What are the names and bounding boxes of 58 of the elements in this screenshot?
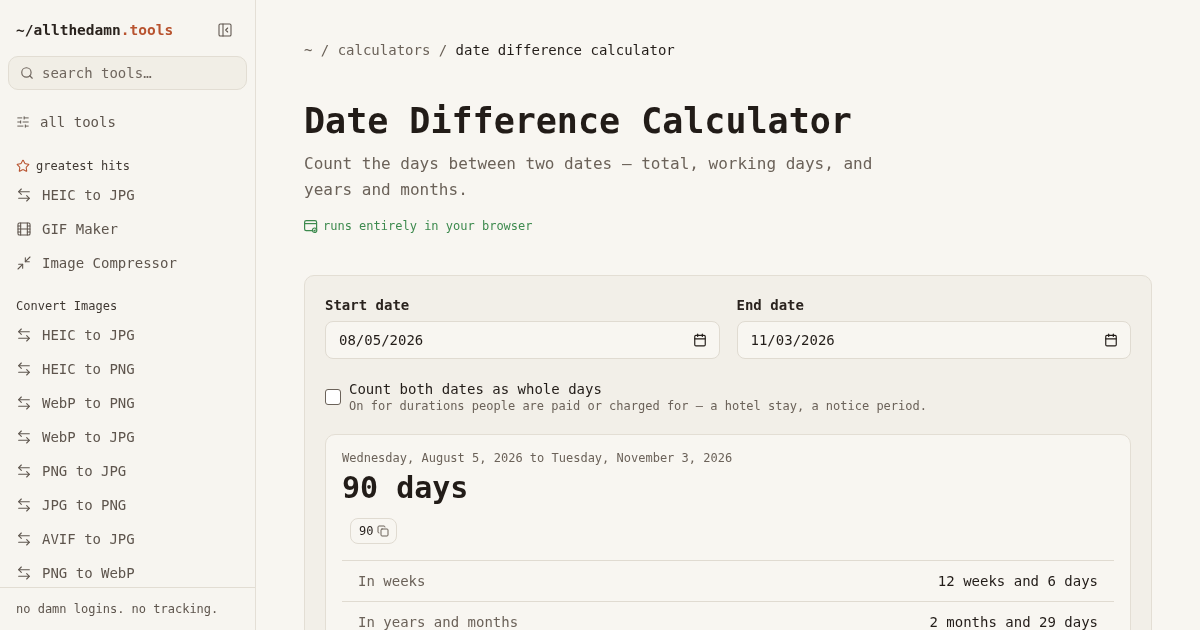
breadcrumb-link[interactable]: calculators bbox=[337, 40, 431, 60]
search-icon bbox=[20, 66, 34, 80]
breadcrumb-separator: / bbox=[320, 41, 330, 60]
sidebar-item[interactable]: PNG to JPG bbox=[16, 460, 127, 482]
all-tools-link[interactable]: all tools bbox=[16, 110, 116, 134]
date-field[interactable]: 08/05/2026 bbox=[325, 321, 720, 359]
film-icon bbox=[16, 221, 32, 237]
section-heading: Convert Images bbox=[16, 298, 118, 314]
calendar-icon[interactable] bbox=[692, 333, 707, 347]
sidebar-item[interactable]: HEIC to PNG bbox=[16, 358, 135, 380]
breadcrumb-current: date difference calculator bbox=[455, 41, 675, 60]
page-subtitle: Count the days between two dates — total, working days, and years and months. bbox=[304, 153, 874, 201]
sidebar-item[interactable]: AVIF to JPG bbox=[16, 528, 135, 550]
sidebar-item[interactable]: HEIC to JPG bbox=[16, 184, 135, 206]
sidebar-item[interactable]: HEIC to JPG bbox=[16, 324, 135, 346]
checkbox-label[interactable]: Count both dates as whole days bbox=[349, 380, 602, 398]
breadcrumb-link[interactable]: ~ bbox=[304, 40, 313, 60]
privacy-note: runs entirely in your browser bbox=[323, 218, 533, 234]
copy-button[interactable]: 90 bbox=[350, 518, 398, 544]
copy-icon bbox=[377, 525, 390, 537]
section-heading: greatest hits bbox=[36, 158, 130, 174]
sidebar-item[interactable]: GIF Maker bbox=[16, 218, 118, 240]
sliders-icon bbox=[16, 115, 30, 129]
left-right-arrows-icon bbox=[16, 187, 32, 203]
left-right-arrows-icon bbox=[16, 565, 32, 581]
field-label: End date bbox=[736, 296, 804, 315]
star-icon bbox=[16, 159, 30, 173]
left-right-arrows-icon bbox=[16, 395, 32, 411]
date-field[interactable]: 11/03/2026 bbox=[736, 321, 1131, 359]
browser-window-icon bbox=[304, 219, 318, 233]
left-right-arrows-icon bbox=[16, 497, 32, 513]
sidebar-item[interactable]: WebP to PNG bbox=[16, 392, 135, 414]
shrink-arrows-icon bbox=[16, 255, 32, 271]
sidebar-item[interactable]: PNG to WebP bbox=[16, 562, 135, 584]
calendar-icon[interactable] bbox=[1104, 333, 1118, 347]
result-value: 2 months and 29 days bbox=[929, 615, 1098, 629]
sidebar-item[interactable]: WebP to JPG bbox=[16, 426, 135, 448]
total-days: 90 days bbox=[342, 470, 469, 506]
result-label: In years and months bbox=[358, 615, 519, 629]
search-field[interactable]: search tools… bbox=[8, 56, 247, 90]
left-right-arrows-icon bbox=[16, 429, 32, 445]
sidebar-footer-text: no damn logins. no tracking. bbox=[16, 602, 219, 616]
sidebar-item[interactable]: JPG to PNG bbox=[16, 494, 127, 516]
field-label: Start date bbox=[325, 296, 410, 315]
sidebar-item[interactable]: Image Compressor bbox=[16, 252, 177, 274]
site-logo[interactable]: ~/allthedamn.tools bbox=[16, 16, 174, 44]
result-label: In weeks bbox=[358, 574, 426, 588]
checkbox-hint: On for durations people are paid or charged for — a hotel stay, a notice period. bbox=[349, 398, 927, 414]
left-right-arrows-icon bbox=[16, 361, 32, 377]
date-range-text: Wednesday, August 5, 2026 to Tuesday, November 3, 2026 bbox=[342, 450, 733, 466]
left-right-arrows-icon bbox=[16, 327, 32, 343]
checkbox[interactable] bbox=[325, 389, 341, 405]
page-title: Date Difference Calculator bbox=[304, 100, 852, 143]
left-right-arrows-icon bbox=[16, 463, 32, 479]
result-value: 12 weeks and 6 days bbox=[937, 574, 1098, 588]
breadcrumb-separator: / bbox=[438, 41, 448, 60]
left-right-arrows-icon bbox=[16, 531, 32, 547]
panel-collapse-icon[interactable] bbox=[217, 22, 233, 38]
